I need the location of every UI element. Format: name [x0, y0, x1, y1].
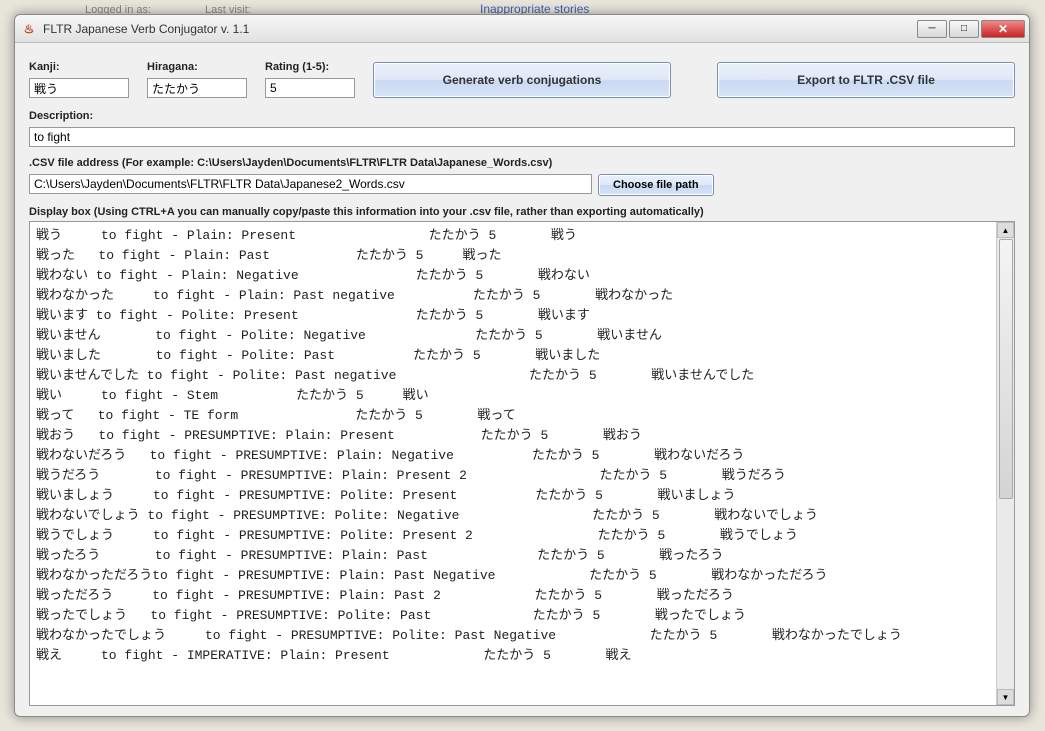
- export-button[interactable]: Export to FLTR .CSV file: [717, 62, 1015, 98]
- display-box-container: 戦う to fight - Plain: Present たたかう 5 戦う 戦…: [29, 221, 1015, 706]
- maximize-button[interactable]: □: [949, 20, 979, 38]
- generate-button[interactable]: Generate verb conjugations: [373, 62, 671, 98]
- minimize-button[interactable]: ─: [917, 20, 947, 38]
- vertical-scrollbar[interactable]: ▲ ▼: [996, 222, 1014, 705]
- kanji-input[interactable]: [29, 78, 129, 98]
- rating-input[interactable]: [265, 78, 355, 98]
- display-label: Display box (Using CTRL+A you can manual…: [29, 206, 1015, 218]
- app-window: ♨ FLTR Japanese Verb Conjugator v. 1.1 ─…: [14, 14, 1030, 717]
- maximize-icon: □: [961, 23, 967, 34]
- titlebar[interactable]: ♨ FLTR Japanese Verb Conjugator v. 1.1 ─…: [15, 15, 1029, 43]
- choose-file-button[interactable]: Choose file path: [598, 174, 714, 196]
- display-box[interactable]: 戦う to fight - Plain: Present たたかう 5 戦う 戦…: [30, 222, 996, 705]
- csv-label: .CSV file address (For example: C:\Users…: [29, 157, 1015, 169]
- scroll-up-button[interactable]: ▲: [997, 222, 1014, 238]
- kanji-label: Kanji:: [29, 61, 129, 73]
- scroll-down-button[interactable]: ▼: [997, 689, 1014, 705]
- description-input[interactable]: [29, 127, 1015, 147]
- window-title: FLTR Japanese Verb Conjugator v. 1.1: [43, 22, 917, 36]
- hiragana-label: Hiragana:: [147, 61, 247, 73]
- scroll-thumb[interactable]: [999, 239, 1013, 499]
- hiragana-input[interactable]: [147, 78, 247, 98]
- close-button[interactable]: ✕: [981, 20, 1025, 38]
- description-label: Description:: [29, 110, 1015, 122]
- close-icon: ✕: [998, 22, 1008, 36]
- minimize-icon: ─: [928, 23, 935, 34]
- csv-path-input[interactable]: [29, 174, 592, 194]
- java-icon: ♨: [21, 21, 37, 37]
- content-area: Kanji: Hiragana: Rating (1-5): Generate …: [15, 43, 1029, 716]
- rating-label: Rating (1-5):: [265, 61, 355, 73]
